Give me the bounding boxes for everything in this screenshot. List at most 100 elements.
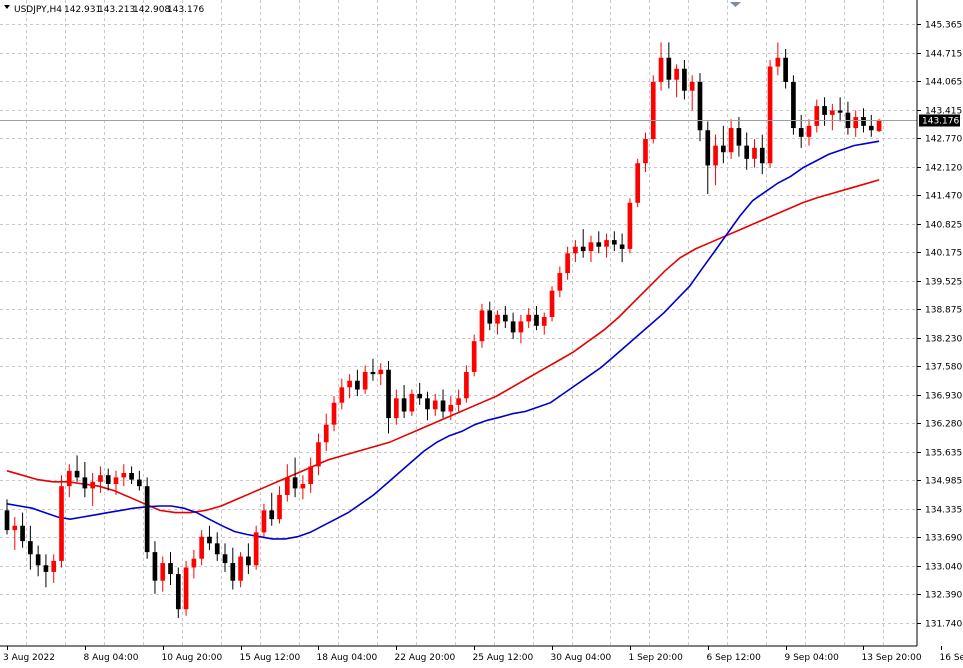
x-tick-label: 1 Sep 20:00 <box>629 653 684 663</box>
candle-body <box>371 372 376 374</box>
candle-body <box>425 398 430 409</box>
candle-body <box>44 565 49 572</box>
candle-body <box>363 372 368 390</box>
candle-body <box>441 401 446 412</box>
x-tick-label: 30 Aug 04:00 <box>551 653 612 663</box>
y-tick-label: 139.525 <box>925 278 962 288</box>
candle-body <box>581 247 586 251</box>
ohlc-low: 142.908 <box>133 5 170 15</box>
candle-body <box>215 543 220 554</box>
candle-body <box>160 563 165 581</box>
candle-body <box>285 477 290 495</box>
candle-body <box>612 240 617 244</box>
candle-body <box>573 247 578 254</box>
x-tick-label: 18 Aug 04:00 <box>317 653 378 663</box>
candle-body <box>402 398 407 411</box>
candle <box>59 475 64 567</box>
candle-body <box>410 394 415 412</box>
candle-body <box>59 486 64 561</box>
y-tick-label: 134.335 <box>925 506 962 516</box>
candle-body <box>199 537 204 559</box>
candle-body <box>114 477 119 484</box>
candle <box>628 198 633 253</box>
x-tick-label: 8 Aug 04:00 <box>84 653 139 663</box>
candle-body <box>75 471 80 478</box>
y-tick-label: 140.825 <box>925 221 962 231</box>
candle-body <box>12 526 17 530</box>
ohlc-high: 143.213 <box>98 5 135 15</box>
candle-body <box>277 495 282 519</box>
candle-body <box>565 253 570 273</box>
candle-body <box>791 82 796 128</box>
candle-body <box>861 117 866 126</box>
candle-body <box>698 82 703 130</box>
candle-body <box>744 146 749 159</box>
y-tick-label: 145.365 <box>925 21 962 31</box>
candle <box>184 561 189 616</box>
candle-body <box>838 110 843 112</box>
candle-body <box>487 310 492 323</box>
candle-body <box>433 401 438 410</box>
candle-body <box>378 370 383 374</box>
x-tick-label: 6 Sep 12:00 <box>707 653 762 663</box>
x-tick-label: 3 Aug 2022 <box>3 653 55 663</box>
candle-body <box>262 510 267 532</box>
candle-body <box>519 321 524 332</box>
candle-body <box>347 381 352 388</box>
y-tick-label: 142.120 <box>925 164 962 174</box>
candle-body <box>853 117 858 128</box>
candle-body <box>760 148 765 163</box>
candle-body <box>121 473 126 477</box>
candle-body <box>246 557 251 566</box>
candle-body <box>737 128 742 146</box>
y-tick-label: 137.580 <box>925 363 962 373</box>
candle <box>791 75 796 134</box>
y-tick-label: 136.930 <box>925 392 962 402</box>
candle-body <box>682 69 687 91</box>
candle-body <box>690 82 695 91</box>
candle-body <box>5 510 10 530</box>
candle-body <box>153 552 158 581</box>
candle-body <box>526 315 531 322</box>
y-tick-label: 136.280 <box>925 420 962 430</box>
candle-body <box>628 203 633 249</box>
candle-body <box>106 475 111 484</box>
y-tick-label: 142.770 <box>925 135 962 145</box>
candle-body <box>534 315 539 326</box>
candle-body <box>129 473 134 480</box>
x-tick-label: 16 Sep 12:00 <box>940 653 963 663</box>
candle-body <box>495 315 500 324</box>
candle-body <box>877 120 882 131</box>
candle-body <box>28 541 33 554</box>
candle <box>480 304 485 348</box>
candle <box>635 159 640 207</box>
candle-body <box>207 537 212 544</box>
candle-body <box>332 403 337 425</box>
candle-body <box>238 557 243 581</box>
candle-body <box>667 58 672 80</box>
candle-body <box>752 148 757 159</box>
candle-body <box>386 370 391 418</box>
candle-body <box>51 561 56 572</box>
y-tick-label: 133.690 <box>925 534 962 544</box>
candle <box>768 60 773 168</box>
candle-body <box>192 559 197 568</box>
candle-body <box>659 58 664 82</box>
candle-body <box>768 67 773 164</box>
candle-body <box>503 315 508 322</box>
candle-body <box>339 387 344 402</box>
candle-body <box>713 146 718 166</box>
candle-body <box>776 58 781 67</box>
current-price-tag: 143.176 <box>919 115 960 127</box>
candle-body <box>448 405 453 412</box>
candle-body <box>651 82 656 139</box>
candle-body <box>464 372 469 398</box>
candle-body <box>620 245 625 249</box>
price-chart[interactable]: 145.365144.715144.065143.415142.770142.1… <box>0 0 963 664</box>
y-tick-label: 138.875 <box>925 306 962 316</box>
candle-body <box>557 273 562 291</box>
y-tick-label: 132.390 <box>925 591 962 601</box>
candle-body <box>90 482 95 489</box>
candle-body <box>674 69 679 80</box>
candle <box>145 477 150 558</box>
